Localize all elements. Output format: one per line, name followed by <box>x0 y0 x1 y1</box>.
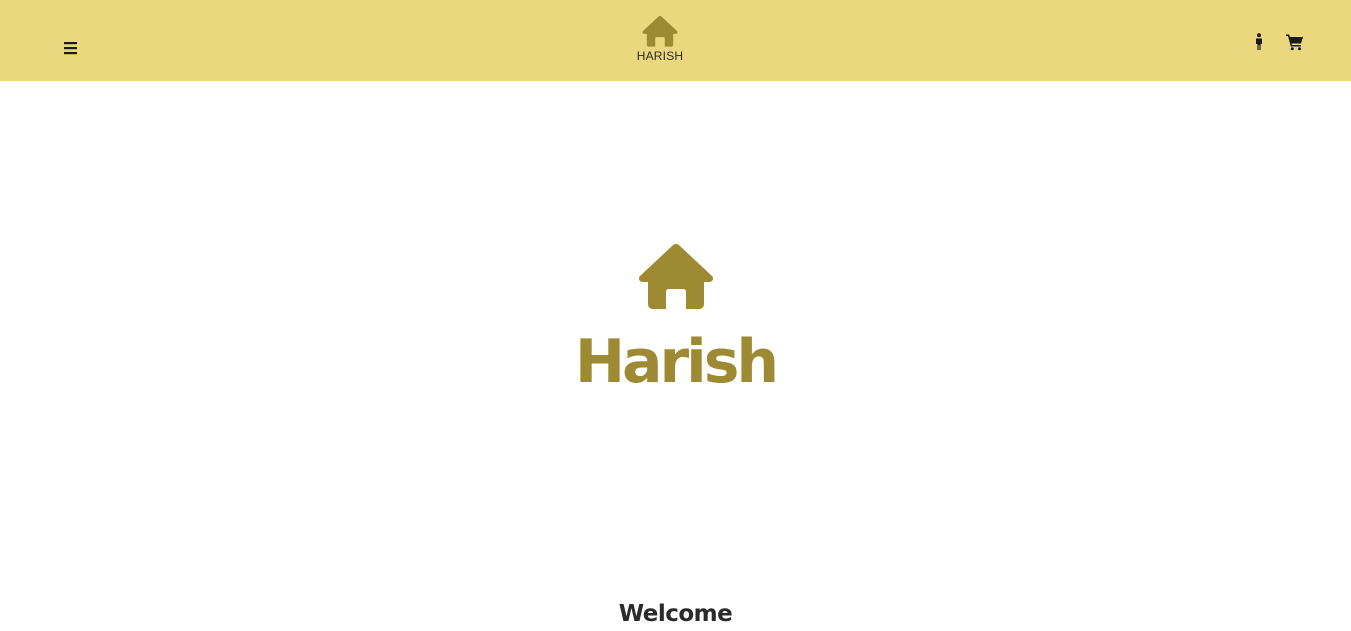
header-actions <box>1249 32 1305 52</box>
top-header: HARISH <box>0 0 1351 81</box>
hamburger-menu-icon[interactable] <box>62 40 80 58</box>
brand-logo-link[interactable]: HARISH <box>620 14 700 66</box>
hero-title: Harish <box>574 327 779 397</box>
brand-name: HARISH <box>636 49 684 63</box>
shopping-cart-icon[interactable] <box>1285 32 1305 52</box>
home-icon <box>638 244 713 309</box>
hero-section: Harish <box>0 240 1351 398</box>
welcome-heading: Welcome <box>618 601 733 627</box>
accessibility-icon[interactable] <box>1249 32 1269 52</box>
home-icon <box>642 15 678 47</box>
